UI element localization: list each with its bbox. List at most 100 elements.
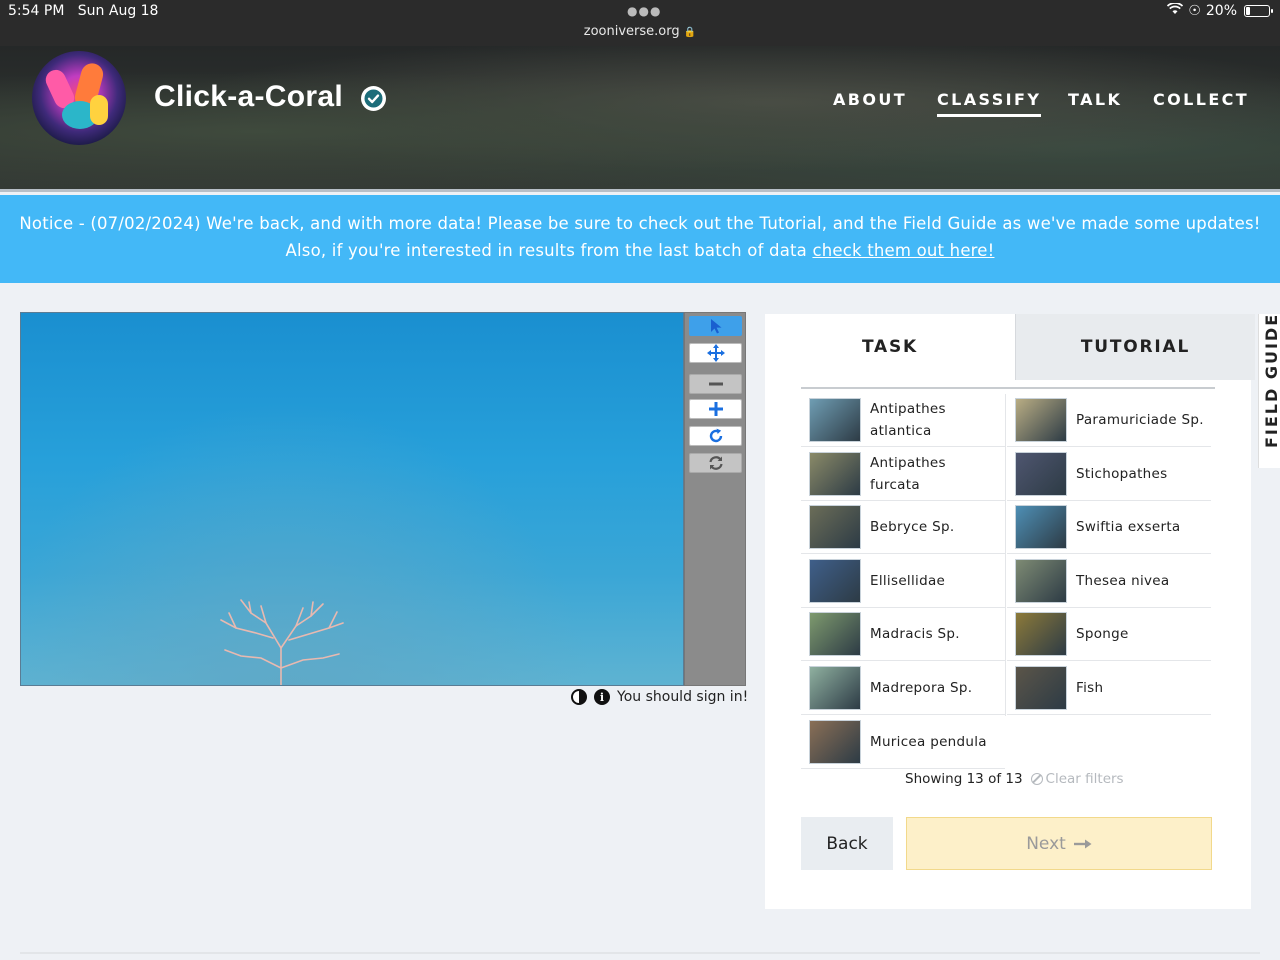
more-dots-icon[interactable]: ●●● xyxy=(627,4,661,18)
nav-collect[interactable]: COLLECT xyxy=(1153,90,1249,109)
info-icon[interactable]: i xyxy=(594,689,610,705)
species-thumbnail xyxy=(1015,612,1067,657)
species-thumbnail xyxy=(1015,505,1067,550)
species-label: Bebryce Sp. xyxy=(870,519,955,536)
rotate-icon xyxy=(709,428,722,443)
species-label: Muricea pendula xyxy=(870,733,987,750)
next-button[interactable]: Next xyxy=(906,817,1212,870)
species-thumbnail xyxy=(809,505,861,550)
species-label: Thesea nivea xyxy=(1076,572,1170,589)
species-choice[interactable]: Madracis Sp. xyxy=(801,608,1005,662)
viewer-toolbar xyxy=(684,312,746,686)
next-button-label: Next xyxy=(1026,833,1066,854)
showing-count: Showing 13 of 13 xyxy=(905,771,1023,787)
back-button[interactable]: Back xyxy=(801,817,893,870)
nav-talk[interactable]: TALK xyxy=(1068,90,1122,109)
filter-status: Showing 13 of 13 Clear filters xyxy=(905,771,1124,787)
species-thumbnail xyxy=(809,558,861,603)
project-header: Click-a-Coral ABOUT CLASSIFY TALK COLLEC… xyxy=(0,46,1280,192)
species-thumbnail xyxy=(809,719,861,764)
species-choice[interactable]: Thesea nivea xyxy=(1007,555,1211,608)
species-label: Paramuriciade Sp. xyxy=(1076,412,1204,428)
field-guide-tab[interactable]: FIELD GUIDE xyxy=(1258,314,1280,468)
wifi-icon xyxy=(1167,2,1184,19)
clear-filters-label: Clear filters xyxy=(1045,771,1124,787)
panel-divider xyxy=(801,387,1215,389)
species-thumbnail xyxy=(1015,666,1067,710)
task-panel: TASK TUTORIAL Antipathes atlantica Antipat… xyxy=(765,314,1255,909)
notice-results-link[interactable]: check them out here! xyxy=(812,241,994,260)
species-thumbnail xyxy=(809,451,861,496)
tab-task[interactable]: TASK xyxy=(765,314,1015,380)
pointer-icon xyxy=(710,319,721,334)
viewer-footer: i You should sign in! xyxy=(571,689,748,705)
status-time: 5:54 PM Sun Aug 18 xyxy=(8,3,158,19)
species-choice[interactable]: Antipathes atlantica xyxy=(801,394,1005,447)
species-label: Madracis Sp. xyxy=(870,626,960,643)
address-bar[interactable]: zooniverse.org 🔒 xyxy=(0,24,1280,39)
species-choice[interactable]: Ellisellidae xyxy=(801,555,1005,608)
clear-filters-button[interactable]: Clear filters xyxy=(1030,771,1124,787)
move-arrows-icon xyxy=(706,344,725,362)
species-thumbnail xyxy=(1015,451,1067,496)
url-text: zooniverse.org xyxy=(583,24,680,39)
status-bar: 5:54 PM Sun Aug 18 ●●● zooniverse.org 🔒 … xyxy=(0,0,1280,46)
nav-about[interactable]: ABOUT xyxy=(833,90,907,109)
reset-button[interactable] xyxy=(689,453,742,473)
species-choice[interactable]: Muricea pendula xyxy=(801,716,1005,769)
species-label: Antipathes furcata xyxy=(870,454,946,493)
arrow-right-icon xyxy=(1073,839,1092,848)
species-thumbnail xyxy=(1015,558,1067,603)
species-thumbnail xyxy=(809,398,861,442)
species-thumbnail xyxy=(809,666,861,710)
sign-in-message: You should sign in! xyxy=(617,689,749,705)
species-choice[interactable]: Madrepora Sp. xyxy=(801,662,1005,715)
battery-percent: 20% xyxy=(1205,3,1237,19)
species-choice[interactable]: Bebryce Sp. xyxy=(801,501,1005,555)
contrast-icon[interactable] xyxy=(571,689,587,705)
species-label: Antipathes atlantica xyxy=(870,401,946,439)
species-label: Ellisellidae xyxy=(870,572,946,589)
species-choice[interactable]: Fish xyxy=(1007,662,1211,715)
verified-check-icon xyxy=(361,86,386,111)
zoom-in-button[interactable] xyxy=(689,399,742,419)
field-guide-label: FIELD GUIDE xyxy=(1262,314,1280,448)
zoom-out-button[interactable] xyxy=(689,374,742,394)
subject-image[interactable] xyxy=(20,312,684,686)
species-choice[interactable]: Paramuriciade Sp. xyxy=(1007,394,1211,447)
nav-classify[interactable]: CLASSIFY xyxy=(937,90,1042,117)
notice-banner: Notice - (07/02/2024) We're back, and wi… xyxy=(0,195,1280,283)
project-logo[interactable] xyxy=(32,51,126,145)
battery-icon xyxy=(1244,5,1273,17)
pan-button[interactable] xyxy=(689,343,742,363)
species-thumbnail xyxy=(809,612,861,657)
species-label: Fish xyxy=(1076,680,1104,696)
species-choice[interactable]: Sponge xyxy=(1007,608,1211,662)
species-label: Swiftia exserta xyxy=(1076,519,1181,536)
lock-icon: 🔒 xyxy=(683,27,697,38)
species-thumbnail xyxy=(1015,398,1067,442)
plus-icon xyxy=(708,402,723,416)
status-date: Sun Aug 18 xyxy=(77,3,159,19)
species-label: Stichopathes xyxy=(1076,465,1168,482)
species-choice[interactable]: Antipathes furcata xyxy=(801,448,1005,501)
back-button-label: Back xyxy=(826,833,868,854)
species-label: Madrepora Sp. xyxy=(870,680,973,696)
column-divider xyxy=(1005,394,1006,716)
tab-tutorial[interactable]: TUTORIAL xyxy=(1015,314,1255,380)
coral-fan-image xyxy=(220,599,344,685)
clear-filters-icon xyxy=(1030,773,1043,785)
project-title[interactable]: Click-a-Coral xyxy=(154,80,343,114)
page-footer-divider xyxy=(20,952,1260,954)
status-clock: 5:54 PM xyxy=(8,3,65,19)
status-right: ☉ 20% xyxy=(1167,2,1273,19)
species-label: Sponge xyxy=(1076,626,1129,643)
reset-icon xyxy=(708,456,723,470)
notice-text: Notice - (07/02/2024) We're back, and wi… xyxy=(19,214,1261,260)
species-choice[interactable]: Stichopathes xyxy=(1007,448,1211,501)
rotate-button[interactable] xyxy=(689,426,742,446)
species-choice[interactable]: Swiftia exserta xyxy=(1007,501,1211,555)
annotate-pointer-button[interactable] xyxy=(689,316,742,336)
orientation-lock-icon: ☉ xyxy=(1188,3,1201,19)
minus-icon xyxy=(708,382,723,386)
